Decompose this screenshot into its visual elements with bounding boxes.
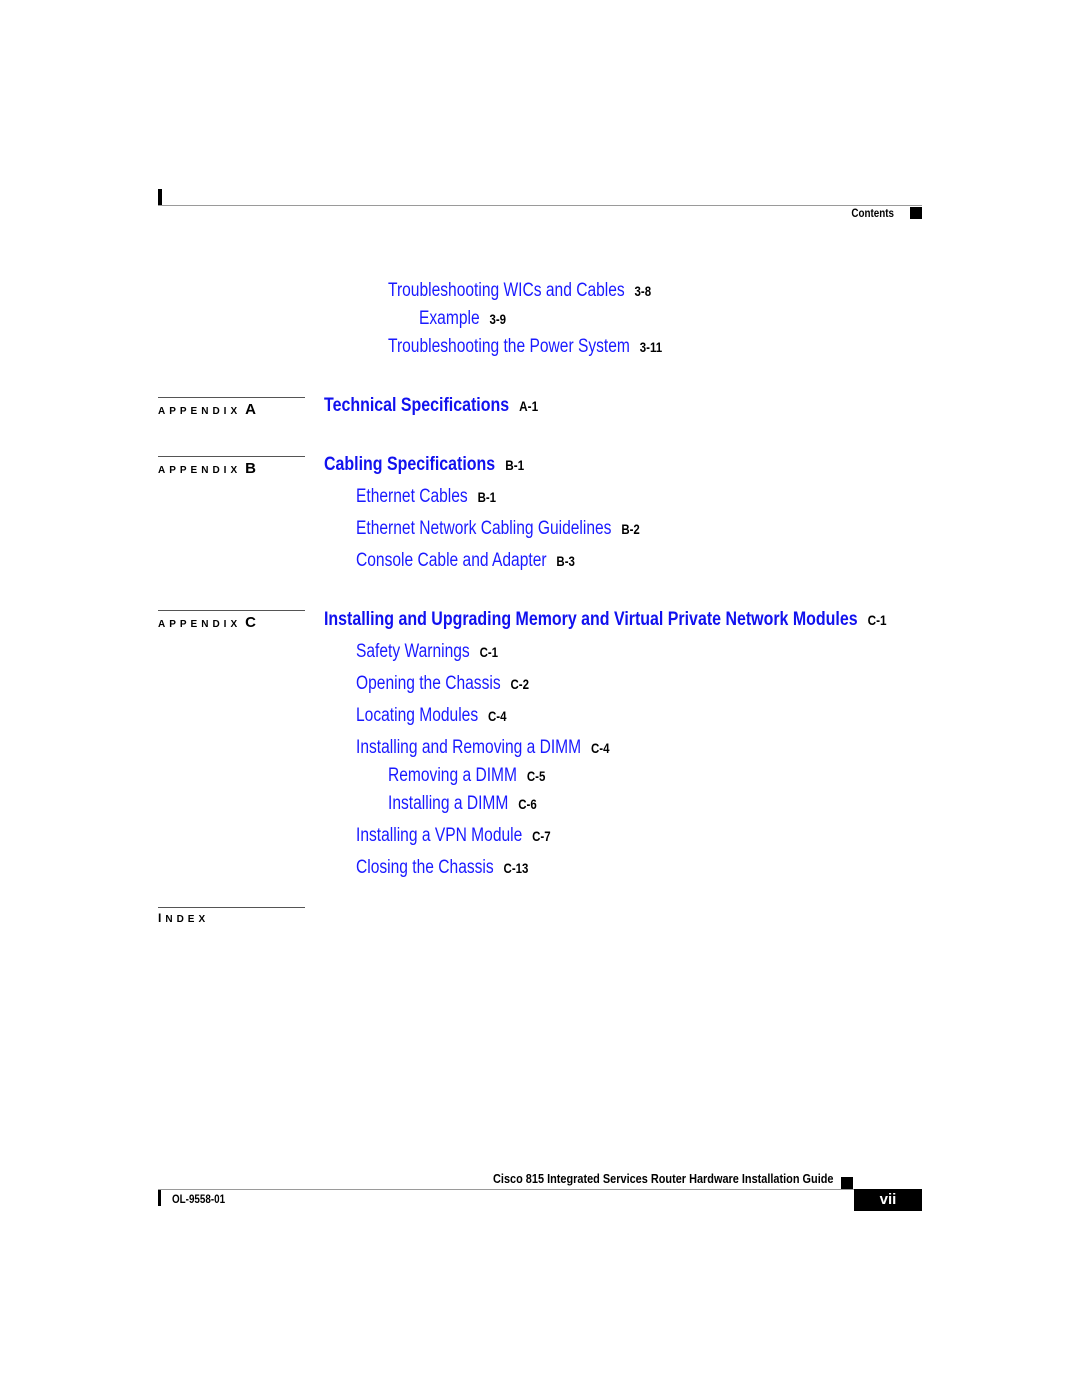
toc-entry[interactable]: Installing and Removing a DIMM C-4	[356, 737, 609, 759]
toc-chapter-appendix-c[interactable]: Installing and Upgrading Memory and Virt…	[324, 609, 887, 631]
index-label[interactable]: INDEX	[158, 911, 209, 925]
toc-entry[interactable]: Example 3-9	[419, 308, 506, 330]
toc-entry[interactable]: Closing the Chassis C-13	[356, 857, 528, 879]
toc-chapter-appendix-b[interactable]: Cabling Specifications B-1	[324, 454, 524, 476]
footer-page-number: vii	[854, 1189, 922, 1211]
index-label-rest: NDEX	[165, 914, 210, 925]
toc-entry-page: C-5	[526, 768, 546, 784]
toc-entry-page: C-1	[479, 644, 499, 660]
toc-entry-page: B-3	[556, 553, 575, 569]
toc-entry[interactable]: Troubleshooting the Power System 3-11	[388, 336, 662, 358]
toc-entry[interactable]: Installing a VPN Module C-7	[356, 825, 551, 847]
toc-entry[interactable]: Opening the Chassis C-2	[356, 673, 529, 695]
header-square-marker	[910, 207, 922, 219]
toc-entry-page: C-4	[590, 740, 610, 756]
toc-entry-title[interactable]: Troubleshooting the Power System	[388, 336, 630, 358]
toc-entry-page: C-7	[532, 828, 551, 844]
appendix-letter: C	[245, 614, 256, 631]
toc-entry-title[interactable]: Locating Modules	[356, 705, 478, 727]
toc-entry-title[interactable]: Installing a DIMM	[388, 793, 508, 815]
toc-entry-title[interactable]: Removing a DIMM	[388, 765, 517, 787]
toc-chapter-page: C-1	[867, 612, 887, 628]
toc-entry[interactable]: Installing a DIMM C-6	[388, 793, 537, 815]
appendix-a-label: APPENDIX A	[158, 401, 256, 418]
appendix-letter: A	[245, 401, 256, 418]
toc-entry-title[interactable]: Ethernet Cables	[356, 486, 468, 508]
toc-entry[interactable]: Safety Warnings C-1	[356, 641, 498, 663]
toc-entry-title[interactable]: Closing the Chassis	[356, 857, 494, 879]
toc-entry[interactable]: Ethernet Network Cabling Guidelines B-2	[356, 518, 640, 540]
toc-entry-page: B-2	[621, 521, 640, 537]
toc-entry-page: C-2	[510, 676, 529, 692]
toc-chapter-title[interactable]: Technical Specifications	[324, 395, 509, 417]
toc-chapter-page: A-1	[519, 398, 539, 414]
toc-chapter-title[interactable]: Installing and Upgrading Memory and Virt…	[324, 609, 858, 631]
appendix-letter: B	[245, 460, 256, 477]
toc-entry-title[interactable]: Console Cable and Adapter	[356, 550, 547, 572]
toc-entry-page: B-1	[477, 489, 497, 505]
footer-guide-title: Cisco 815 Integrated Services Router Har…	[493, 1171, 834, 1186]
toc-entry-title[interactable]: Troubleshooting WICs and Cables	[388, 280, 625, 302]
toc-entry[interactable]: Console Cable and Adapter B-3	[356, 550, 575, 572]
footer-margin-bar	[158, 1190, 161, 1206]
toc-entry-title[interactable]: Ethernet Network Cabling Guidelines	[356, 518, 611, 540]
toc-chapter-appendix-a[interactable]: Technical Specifications A-1	[324, 395, 538, 417]
toc-entry-title[interactable]: Installing and Removing a DIMM	[356, 737, 581, 759]
footer-doc-number: OL-9558-01	[172, 1192, 226, 1206]
toc-entry-title[interactable]: Installing a VPN Module	[356, 825, 522, 847]
toc-entry[interactable]: Troubleshooting WICs and Cables 3-8	[388, 280, 651, 302]
toc-entry[interactable]: Ethernet Cables B-1	[356, 486, 496, 508]
appendix-word: APPENDIX	[158, 619, 242, 630]
toc-entry-page: C-4	[487, 708, 507, 724]
toc-chapter-page: B-1	[505, 457, 525, 473]
toc-entry-page: C-6	[518, 796, 537, 812]
index-rule	[158, 907, 305, 908]
toc-entry[interactable]: Locating Modules C-4	[356, 705, 506, 727]
toc-entry-title[interactable]: Opening the Chassis	[356, 673, 501, 695]
appendix-word: APPENDIX	[158, 406, 242, 417]
toc-entry[interactable]: Removing a DIMM C-5	[388, 765, 545, 787]
header-margin-bar	[158, 189, 162, 206]
footer-square-marker	[841, 1177, 853, 1189]
header-section-label: Contents	[851, 206, 894, 220]
toc-entry-page: C-13	[503, 860, 529, 876]
toc-entry-title[interactable]: Safety Warnings	[356, 641, 470, 663]
appendix-a-rule	[158, 397, 305, 398]
toc-entry-page: 3-8	[634, 283, 652, 299]
appendix-b-rule	[158, 456, 305, 457]
toc-entry-page: 3-11	[639, 339, 663, 355]
header-rule	[158, 205, 922, 206]
toc-entry-page: 3-9	[489, 311, 507, 327]
appendix-c-rule	[158, 610, 305, 611]
footer-rule	[158, 1189, 854, 1190]
appendix-c-label: APPENDIX C	[158, 614, 256, 631]
appendix-b-label: APPENDIX B	[158, 460, 256, 477]
appendix-word: APPENDIX	[158, 465, 242, 476]
toc-entry-title[interactable]: Example	[419, 308, 480, 330]
toc-chapter-title[interactable]: Cabling Specifications	[324, 454, 495, 476]
